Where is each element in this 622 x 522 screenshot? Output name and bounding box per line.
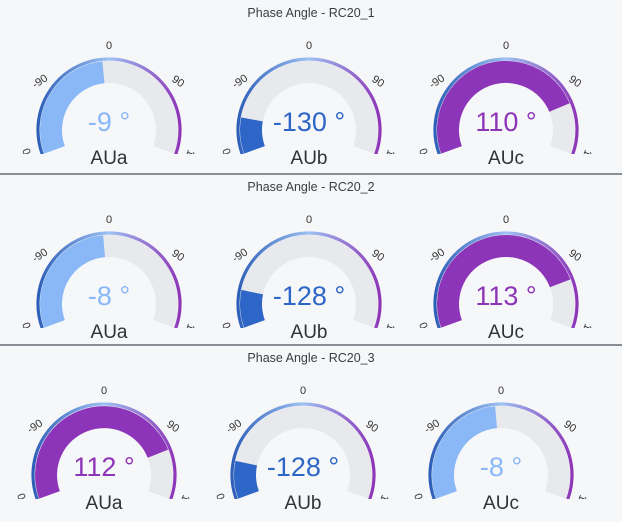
gauge-tick-label: 0 (306, 214, 312, 226)
gauge-tick-label: -90 (427, 246, 447, 265)
gauge-tick-label: 90 (169, 247, 186, 264)
gauge-tick-label: 0 (498, 385, 504, 397)
gauge-aub: -180-90090180-130 ° AUb (209, 24, 409, 169)
gauge-tick-label: -90 (224, 417, 244, 436)
gauge-tick-label: 90 (369, 73, 386, 90)
gauge-dial: -180-90090180-128 ° (221, 214, 397, 328)
panel-rc20-1: Phase Angle - RC20_1 -180-90090180-9 ° A… (0, 0, 622, 172)
gauge-aub: -180-90090180-128 ° AUb (203, 369, 403, 514)
gauge-aua: -180-90090180-9 ° AUa (9, 24, 209, 169)
gauge-tick-label: 90 (566, 73, 583, 90)
gauge-value-fill (240, 117, 266, 154)
gauge-dial: -180-90090180110 ° (418, 40, 594, 154)
gauge-value: 113 ° (475, 281, 536, 311)
gauge-value-fill (234, 460, 259, 499)
gauge-dial: -180-90090180-8 ° (21, 214, 197, 328)
gauge-tick-label: 0 (106, 214, 112, 226)
gauge-tick-label: 0 (101, 385, 107, 397)
gauge-tick-label: 0 (306, 40, 312, 52)
gauge-label: AUc (488, 322, 524, 343)
gauge-tick-label: 90 (369, 247, 386, 264)
gauge-dial: -180-90090180-128 ° (215, 385, 391, 499)
gauge-tick-label: -90 (230, 246, 250, 265)
gauge-label: AUb (290, 148, 328, 169)
gauge-tick-label: -90 (25, 417, 45, 436)
gauge-dial: -180-90090180-8 ° (413, 385, 589, 499)
gauge-tick-label: 0 (106, 40, 112, 52)
gauge-label: AUa (90, 322, 128, 343)
gauge-tick-label: 90 (363, 418, 380, 435)
gauge-label: AUa (90, 148, 128, 169)
gauge-tick-label: -90 (30, 72, 50, 91)
gauge-value: 112 ° (73, 452, 134, 482)
gauge-tick-label: 90 (561, 418, 578, 435)
gauge-tick-label: -90 (422, 417, 442, 436)
gauge-dial: -180-90090180112 ° (16, 385, 192, 499)
gauge-dial: -180-90090180113 ° (418, 214, 594, 328)
gauge-aua: -180-90090180112 ° AUa (4, 369, 204, 514)
gauge-tick-label: -90 (30, 246, 50, 265)
gauge-value: -9 ° (88, 107, 130, 137)
gauge-value: -8 ° (88, 281, 130, 311)
panel-title: Phase Angle - RC20_2 (247, 180, 375, 194)
gauge-tick-label: 0 (503, 214, 509, 226)
gauge-value: -128 ° (273, 281, 345, 311)
panel-rc20-3: Phase Angle - RC20_3 -180-90090180112 ° … (0, 345, 622, 517)
gauge-tick-label: 0 (300, 385, 306, 397)
gauge-label: AUb (284, 493, 322, 514)
gauge-dial: -180-90090180-9 ° (21, 40, 197, 154)
gauge-value: -130 ° (273, 107, 345, 137)
panel-title: Phase Angle - RC20_3 (247, 351, 375, 365)
gauge-auc: -180-90090180110 ° AUc (406, 24, 606, 169)
gauge-value: -8 ° (480, 452, 522, 482)
gauge-tick-label: 0 (503, 40, 509, 52)
gauge-tick-label: 90 (164, 418, 181, 435)
gauge-aub: -180-90090180-128 ° AUb (209, 198, 409, 343)
panel-rc20-2: Phase Angle - RC20_2 -180-90090180-8 ° A… (0, 174, 622, 346)
gauge-label: AUa (85, 493, 123, 514)
gauge-auc: -180-90090180113 ° AUc (406, 198, 606, 343)
gauge-value: -128 ° (267, 452, 339, 482)
phase-angle-dashboard: Phase Angle - RC20_1 -180-90090180-9 ° A… (0, 0, 622, 522)
gauge-tick-label: 90 (169, 73, 186, 90)
gauge-tick-label: 90 (566, 247, 583, 264)
panel-title: Phase Angle - RC20_1 (247, 6, 375, 20)
gauge-tick-label: -90 (230, 72, 250, 91)
gauge-tick-label: -90 (427, 72, 447, 91)
gauge-label: AUb (290, 322, 328, 343)
gauge-auc: -180-90090180-8 ° AUc (401, 369, 601, 514)
gauge-value: 110 ° (475, 107, 536, 137)
gauge-label: AUc (483, 493, 519, 514)
gauge-value-fill (240, 289, 265, 328)
gauge-label: AUc (488, 148, 524, 169)
gauge-dial: -180-90090180-130 ° (221, 40, 397, 154)
gauge-aua: -180-90090180-8 ° AUa (9, 198, 209, 343)
